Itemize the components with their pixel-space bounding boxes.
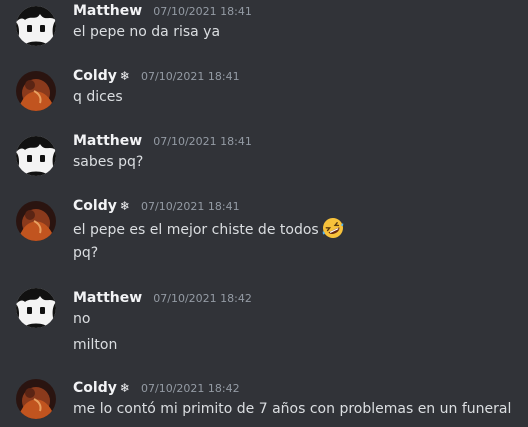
message-text: el pepe es el mejor chiste de todos <box>73 217 344 240</box>
timestamp: 07/10/2021 18:42 <box>141 382 240 395</box>
timestamp: 07/10/2021 18:41 <box>153 135 252 148</box>
message-text-content: el pepe es el mejor chiste de todos <box>73 222 319 238</box>
username[interactable]: Matthew <box>73 290 142 306</box>
username[interactable]: Matthew <box>73 3 142 19</box>
username[interactable]: Coldy <box>73 68 117 84</box>
message-text: q dices <box>73 89 123 105</box>
avatar[interactable] <box>16 136 56 176</box>
message-text: pq? <box>73 245 99 261</box>
avatar[interactable] <box>16 379 56 419</box>
message-text: sabes pq? <box>73 154 144 170</box>
avatar[interactable] <box>16 201 56 241</box>
username[interactable]: Coldy <box>73 380 117 396</box>
avatar[interactable] <box>16 71 56 111</box>
snowflake-icon: ❄ <box>119 69 130 83</box>
avatar[interactable] <box>16 6 56 46</box>
rofl-emoji-icon[interactable] <box>322 217 344 239</box>
message-text: milton <box>73 337 118 353</box>
avatar[interactable] <box>16 288 56 328</box>
message-text: no <box>73 311 91 327</box>
username[interactable]: Coldy <box>73 198 117 214</box>
timestamp: 07/10/2021 18:41 <box>141 200 240 213</box>
message-text: me lo contó mi primito de 7 años con pro… <box>73 401 512 417</box>
snowflake-icon: ❄ <box>119 381 130 395</box>
snowflake-icon: ❄ <box>119 199 130 213</box>
timestamp: 07/10/2021 18:42 <box>153 292 252 305</box>
timestamp: 07/10/2021 18:41 <box>153 5 252 18</box>
timestamp: 07/10/2021 18:41 <box>141 70 240 83</box>
message-text: el pepe no da risa ya <box>73 24 221 40</box>
username[interactable]: Matthew <box>73 133 142 149</box>
